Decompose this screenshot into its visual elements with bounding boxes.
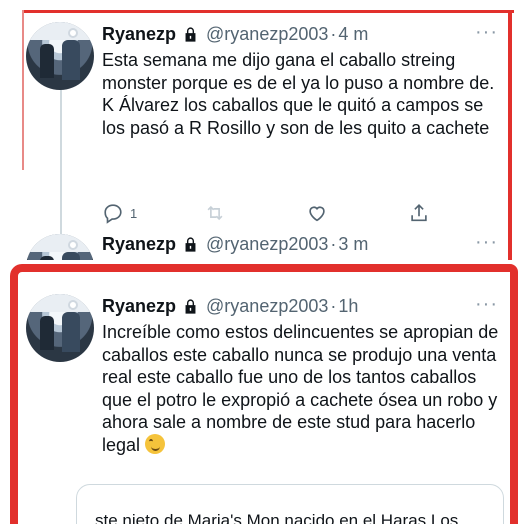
separator: ·: [330, 233, 337, 254]
tweet-text: Increíble como estos delincuentes se apr…: [102, 321, 504, 456]
tweet-text: Esta semana me dijo gana el caballo stre…: [102, 50, 495, 138]
thread-connector-line: [60, 74, 62, 234]
more-icon[interactable]: ···: [475, 232, 498, 252]
avatar[interactable]: [26, 22, 94, 90]
more-icon[interactable]: ···: [475, 294, 498, 314]
like-icon: [309, 206, 325, 222]
annotation-stroke-right: [508, 10, 512, 260]
avatar[interactable]: [26, 294, 94, 362]
more-icon[interactable]: ···: [475, 22, 498, 42]
annotation-stroke-left: [22, 10, 24, 170]
tweet-header: Ryanezp @ryanezp2003 · 4 m: [102, 22, 504, 46]
display-name[interactable]: Ryanezp: [102, 296, 176, 317]
tweet-header: Ryanezp @ryanezp2003 · 1h: [102, 294, 504, 318]
tweet-header: Ryanezp @ryanezp2003 · 3 m: [102, 232, 504, 256]
tweet-text-body: Increíble como estos delincuentes se apr…: [102, 322, 499, 455]
lock-icon: [185, 298, 196, 314]
tweet[interactable]: Ryanezp @ryanezp2003 · 3 m ···: [26, 232, 504, 260]
quoted-tweet[interactable]: ste nieto de Maria's Mon nacido en el Ha…: [76, 484, 504, 524]
like-button[interactable]: [306, 202, 328, 224]
timestamp[interactable]: 3 m: [338, 234, 368, 255]
reply-icon: [104, 204, 122, 224]
avatar[interactable]: [26, 234, 94, 260]
reply-count: 1: [130, 205, 138, 221]
share-button[interactable]: [408, 202, 430, 224]
retweet-icon: [207, 205, 223, 221]
timestamp[interactable]: 4 m: [338, 24, 368, 45]
separator: ·: [330, 295, 337, 316]
tweet-actions: 1: [102, 202, 462, 224]
display-name[interactable]: Ryanezp: [102, 234, 176, 255]
display-name[interactable]: Ryanezp: [102, 24, 176, 45]
timestamp[interactable]: 1h: [338, 296, 358, 317]
grinning-sweat-emoji-icon: [145, 433, 166, 454]
handle[interactable]: @ryanezp2003: [206, 24, 328, 45]
reply-button[interactable]: 1: [102, 202, 137, 224]
share-icon: [411, 204, 427, 222]
handle[interactable]: @ryanezp2003: [206, 234, 328, 255]
lock-icon: [185, 26, 196, 42]
lock-icon: [185, 236, 196, 252]
annotation-stroke-top: [24, 10, 514, 13]
separator: ·: [330, 23, 337, 44]
quoted-tweet-text: ste nieto de Maria's Mon nacido en el Ha…: [95, 511, 459, 524]
handle[interactable]: @ryanezp2003: [206, 296, 328, 317]
retweet-button[interactable]: [204, 202, 226, 224]
